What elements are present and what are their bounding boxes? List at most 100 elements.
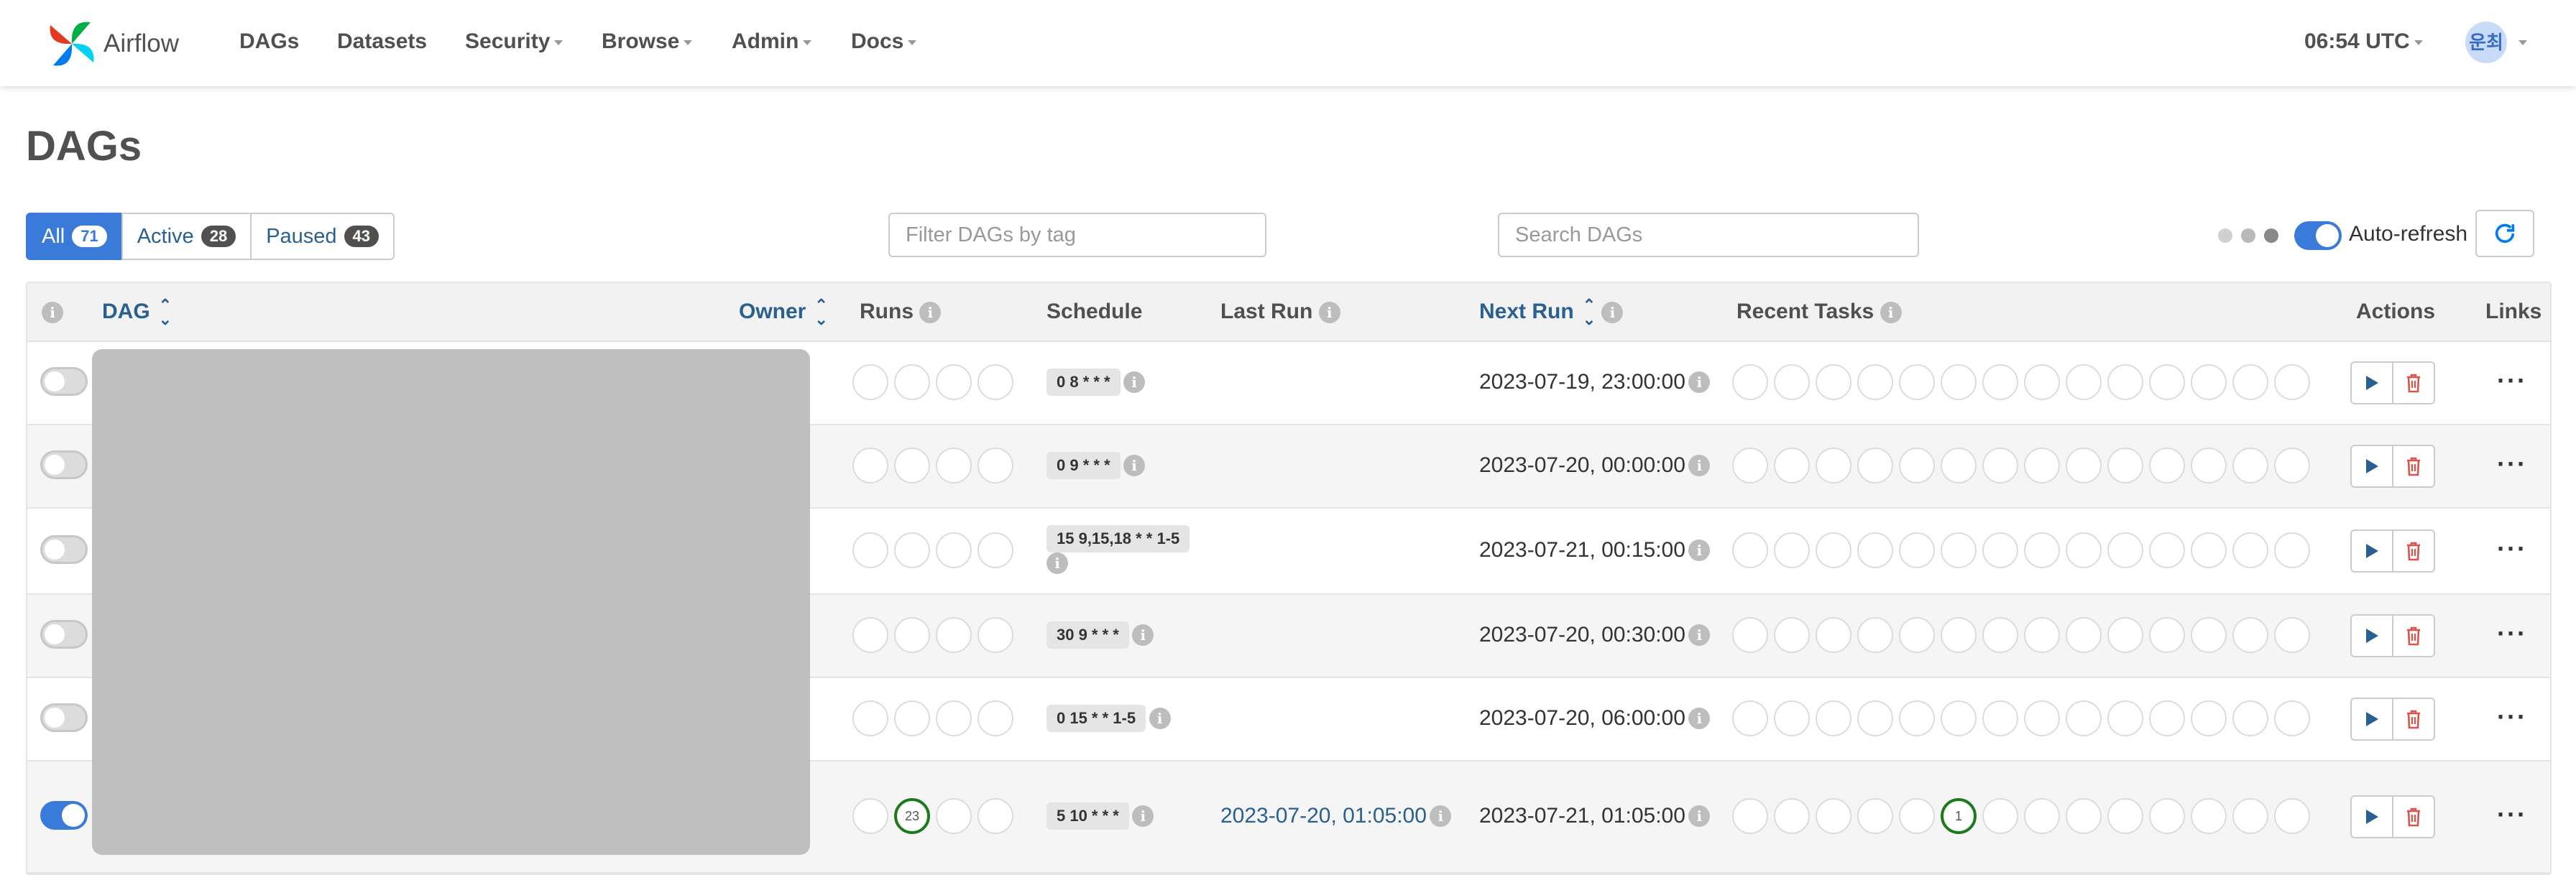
task-state-circle[interactable] — [1774, 448, 1810, 483]
info-icon[interactable]: i — [1688, 708, 1711, 729]
col-dag[interactable]: DAG ⌃ ⌄ — [102, 283, 172, 341]
task-state-circle[interactable] — [1857, 532, 1893, 568]
info-icon[interactable]: i — [1688, 624, 1711, 646]
task-state-circle[interactable] — [1816, 364, 1852, 400]
tag-filter-input[interactable] — [888, 213, 1266, 257]
task-state-circle[interactable] — [1941, 532, 1977, 568]
task-state-circle[interactable] — [2191, 700, 2227, 736]
last-run-link[interactable]: 2023-07-20, 01:05:00 — [1220, 804, 1427, 828]
dag-pause-toggle[interactable] — [40, 367, 88, 396]
run-state-circle[interactable] — [936, 700, 972, 736]
more-links-icon[interactable]: ··· — [2497, 534, 2527, 564]
task-state-circle[interactable] — [1857, 617, 1893, 653]
run-state-circle[interactable]: 23 — [894, 798, 930, 834]
task-state-circle[interactable] — [1857, 364, 1893, 400]
delete-dag-button[interactable] — [2392, 698, 2435, 741]
task-state-circle[interactable] — [1982, 532, 2018, 568]
nav-admin[interactable]: Admin — [732, 0, 812, 83]
task-state-circle[interactable] — [1941, 700, 1977, 736]
task-state-circle[interactable] — [2024, 617, 2060, 653]
task-state-circle[interactable] — [1816, 448, 1852, 483]
task-state-circle[interactable] — [1982, 617, 2018, 653]
run-state-circle[interactable] — [978, 532, 1013, 568]
run-state-circle[interactable] — [894, 532, 930, 568]
task-state-circle[interactable] — [2149, 617, 2185, 653]
task-state-circle[interactable] — [2191, 798, 2227, 834]
task-state-circle[interactable] — [2191, 532, 2227, 568]
task-state-circle[interactable] — [2232, 798, 2268, 834]
info-icon[interactable]: i — [1046, 552, 1068, 574]
run-state-circle[interactable] — [936, 448, 972, 483]
task-state-circle[interactable] — [2066, 798, 2102, 834]
dag-pause-toggle[interactable] — [40, 801, 88, 830]
filter-paused-button[interactable]: Paused 43 — [250, 213, 395, 260]
trigger-dag-button[interactable] — [2350, 529, 2393, 573]
info-icon[interactable]: i — [1132, 624, 1154, 646]
info-icon[interactable]: i — [1688, 455, 1711, 476]
info-icon[interactable]: i — [1149, 708, 1171, 729]
task-state-circle[interactable] — [2024, 448, 2060, 483]
task-state-circle[interactable] — [2066, 700, 2102, 736]
run-state-circle[interactable] — [978, 798, 1013, 834]
trigger-dag-button[interactable] — [2350, 445, 2393, 488]
more-links-icon[interactable]: ··· — [2497, 619, 2527, 649]
task-state-circle[interactable] — [2274, 448, 2310, 483]
nav-dags[interactable]: DAGs — [239, 0, 299, 83]
nav-datasets[interactable]: Datasets — [337, 0, 427, 83]
refresh-button[interactable] — [2475, 210, 2534, 257]
task-state-circle[interactable] — [2274, 700, 2310, 736]
info-icon[interactable]: i — [1688, 371, 1711, 393]
trigger-dag-button[interactable] — [2350, 361, 2393, 404]
task-state-circle[interactable] — [1774, 700, 1810, 736]
task-state-circle[interactable] — [2066, 364, 2102, 400]
dag-pause-toggle[interactable] — [40, 450, 88, 479]
search-dags-input[interactable] — [1498, 213, 1919, 257]
run-state-circle[interactable] — [852, 617, 888, 653]
info-icon[interactable]: i — [1123, 371, 1146, 393]
task-state-circle[interactable]: 1 — [1941, 798, 1977, 834]
task-state-circle[interactable] — [2149, 448, 2185, 483]
task-state-circle[interactable] — [1941, 448, 1977, 483]
task-state-circle[interactable] — [2107, 532, 2143, 568]
task-state-circle[interactable] — [1732, 798, 1768, 834]
trigger-dag-button[interactable] — [2350, 795, 2393, 838]
nav-browse[interactable]: Browse — [602, 0, 693, 83]
nav-docs[interactable]: Docs — [851, 0, 917, 83]
task-state-circle[interactable] — [1816, 532, 1852, 568]
dag-pause-toggle[interactable] — [40, 620, 88, 649]
info-icon[interactable]: i — [919, 302, 942, 324]
task-state-circle[interactable] — [2066, 448, 2102, 483]
task-state-circle[interactable] — [2107, 448, 2143, 483]
task-state-circle[interactable] — [2149, 532, 2185, 568]
task-state-circle[interactable] — [1899, 617, 1935, 653]
task-state-circle[interactable] — [2149, 700, 2185, 736]
task-state-circle[interactable] — [1857, 700, 1893, 736]
task-state-circle[interactable] — [1816, 617, 1852, 653]
info-icon[interactable]: i — [42, 302, 63, 324]
run-state-circle[interactable] — [936, 532, 972, 568]
task-state-circle[interactable] — [2149, 798, 2185, 834]
task-state-circle[interactable] — [2066, 617, 2102, 653]
filter-active-button[interactable]: Active 28 — [121, 213, 252, 260]
task-state-circle[interactable] — [1941, 617, 1977, 653]
task-state-circle[interactable] — [1732, 532, 1768, 568]
task-state-circle[interactable] — [2274, 364, 2310, 400]
task-state-circle[interactable] — [1899, 700, 1935, 736]
task-state-circle[interactable] — [2107, 700, 2143, 736]
trigger-dag-button[interactable] — [2350, 698, 2393, 741]
col-next-run[interactable]: Next Run ⌃ ⌄ i — [1479, 283, 1624, 341]
run-state-circle[interactable] — [852, 532, 888, 568]
run-state-circle[interactable] — [978, 448, 1013, 483]
user-menu-caret[interactable] — [2514, 0, 2527, 83]
run-state-circle[interactable] — [936, 364, 972, 400]
task-state-circle[interactable] — [1732, 448, 1768, 483]
filter-all-button[interactable]: All 71 — [26, 213, 123, 260]
task-state-circle[interactable] — [2232, 448, 2268, 483]
run-state-circle[interactable] — [894, 700, 930, 736]
task-state-circle[interactable] — [2024, 798, 2060, 834]
task-state-circle[interactable] — [1816, 798, 1852, 834]
task-state-circle[interactable] — [1941, 364, 1977, 400]
more-links-icon[interactable]: ··· — [2497, 366, 2527, 396]
task-state-circle[interactable] — [2191, 448, 2227, 483]
info-icon[interactable]: i — [1430, 805, 1452, 827]
